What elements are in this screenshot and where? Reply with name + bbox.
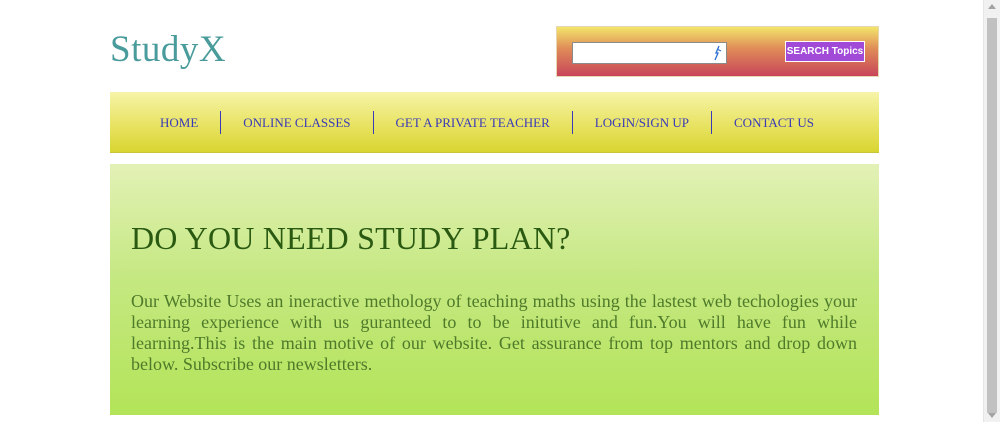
hero-section: DO YOU NEED STUDY PLAN? Our Website Uses…: [110, 164, 879, 415]
nav-item-login-signup[interactable]: LOGIN/SIGN UP: [571, 110, 711, 134]
hero-title: DO YOU NEED STUDY PLAN?: [131, 220, 571, 256]
hero-description: Our Website Uses an ineractive methology…: [131, 291, 857, 374]
site-logo[interactable]: StudyX: [110, 28, 226, 71]
nav-item-home[interactable]: HOME: [138, 111, 220, 134]
pen-icon: [714, 45, 722, 61]
vertical-scrollbar[interactable]: [983, 0, 1000, 422]
nav-item-online-classes[interactable]: ONLINE CLASSES: [220, 110, 372, 134]
nav-item-contact-us[interactable]: CONTACT US: [711, 110, 836, 134]
search-input[interactable]: [572, 42, 727, 64]
scroll-thumb[interactable]: [987, 18, 997, 413]
scroll-up-arrow-icon[interactable]: [988, 4, 996, 9]
nav-item-private-teacher[interactable]: GET A PRIVATE TEACHER: [372, 110, 572, 134]
search-topics-button[interactable]: SEARCH Topics: [785, 41, 865, 62]
search-panel: SEARCH Topics: [556, 26, 879, 77]
main-navigation: HOME ONLINE CLASSES GET A PRIVATE TEACHE…: [110, 92, 879, 153]
scroll-down-arrow-icon[interactable]: [988, 413, 996, 418]
